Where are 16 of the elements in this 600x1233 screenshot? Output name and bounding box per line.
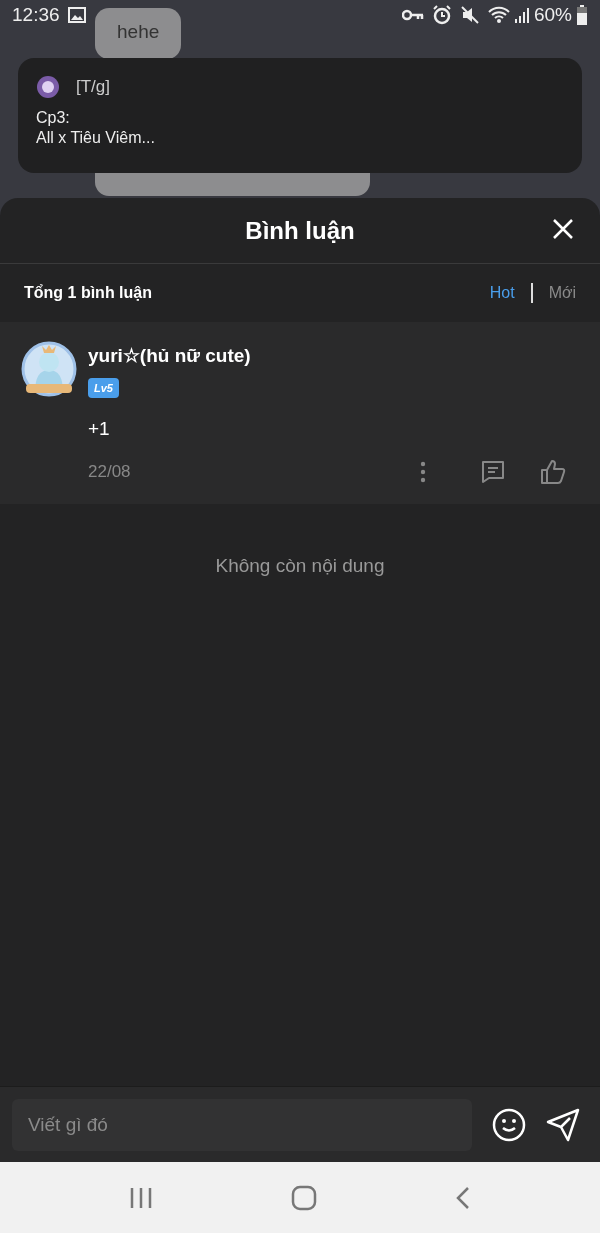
sheet-title: Bình luận xyxy=(245,215,355,246)
comment-count: Tổng 1 bình luận xyxy=(24,283,152,303)
battery-percentage: 60% xyxy=(533,2,572,27)
end-of-list-text: Không còn nội dung xyxy=(214,554,386,578)
notification-text: Cp3: All x Tiêu Viêm... xyxy=(36,107,156,149)
level-badge: Lv5 xyxy=(88,377,119,398)
status-time: 12:36 xyxy=(12,2,60,27)
sort-tab[interactable]: Hot xyxy=(489,281,515,305)
sort-tab[interactable]: Mới xyxy=(548,281,576,305)
chat-bubble: hehe xyxy=(95,8,182,59)
comment-input-field[interactable]: Viết gì đó xyxy=(12,1098,472,1151)
comment-text: +1 xyxy=(88,416,111,441)
username[interactable]: yuri☆(hủ nữ cute) xyxy=(88,342,580,371)
comment-date: 22/08 xyxy=(88,461,131,484)
notification-title: [T/g] xyxy=(76,76,110,98)
notification-banner[interactable]: [T/g] Cp3: All x Tiêu Viêm... xyxy=(18,58,582,173)
